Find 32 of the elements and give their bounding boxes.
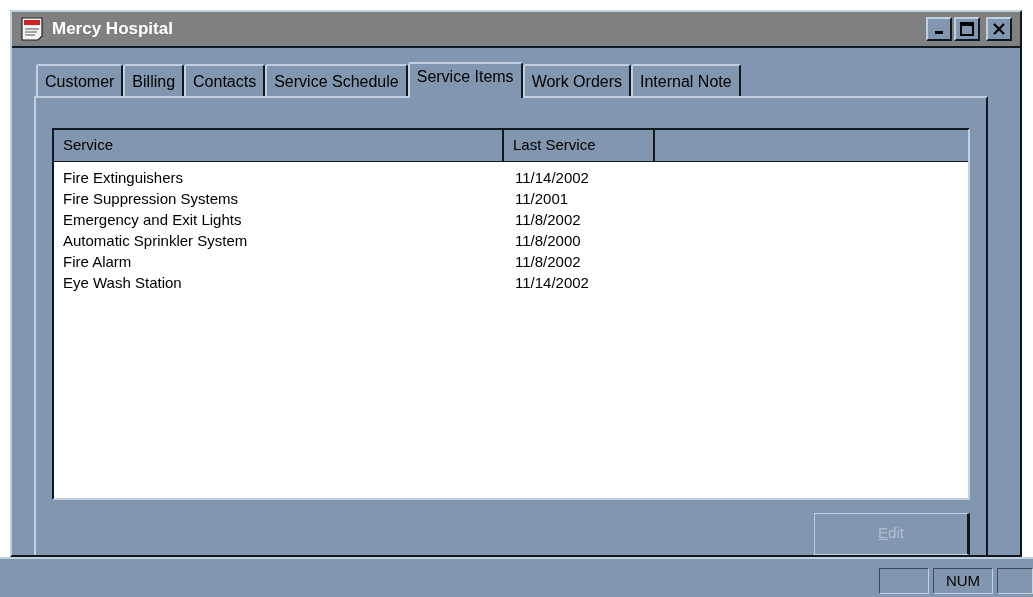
status-panel <box>997 568 1033 594</box>
tab[interactable]: Service Schedule <box>265 63 408 96</box>
minimize-button[interactable] <box>926 16 952 41</box>
maximize-button[interactable] <box>954 16 980 41</box>
table-cell-text: Fire Suppression Systems <box>62 188 240 209</box>
column-header[interactable]: Service <box>54 129 504 161</box>
maximize-icon <box>960 21 974 36</box>
table-cell-text: Automatic Sprinkler System <box>62 230 249 251</box>
tab[interactable]: Service Items <box>407 61 523 98</box>
table-cell-text: 11/8/2002 <box>514 251 582 272</box>
tab[interactable]: Customer <box>36 63 124 96</box>
minimize-icon <box>935 31 943 35</box>
column-header[interactable]: Last Service <box>504 129 655 161</box>
table-cell-text: 11/14/2002 <box>514 167 590 188</box>
table-cell-text: 11/14/2002 <box>514 272 590 293</box>
table-cell-text: 11/2001 <box>514 188 570 209</box>
table-cell-text: 11/8/2002 <box>514 209 582 230</box>
table-cell-text: Eye Wash Station <box>62 272 183 293</box>
num-lock-indicator: NUM <box>933 568 993 594</box>
tab[interactable]: Internal Note <box>631 63 741 96</box>
tab[interactable]: Billing <box>123 63 185 96</box>
table-cell-text: Fire Extinguishers <box>62 167 185 188</box>
status-panel <box>879 568 929 594</box>
table-cell-text: Emergency and Exit Lights <box>62 209 243 230</box>
close-button[interactable] <box>986 16 1012 41</box>
tab[interactable]: Work Orders <box>522 63 631 96</box>
table-cell-text: 11/8/2000 <box>514 230 582 251</box>
close-icon <box>993 22 1005 35</box>
tab[interactable]: Contacts <box>184 63 266 96</box>
table-cell-text: Fire Alarm <box>62 251 133 272</box>
document-icon <box>20 15 46 42</box>
window-title: Mercy Hospital <box>52 17 174 40</box>
